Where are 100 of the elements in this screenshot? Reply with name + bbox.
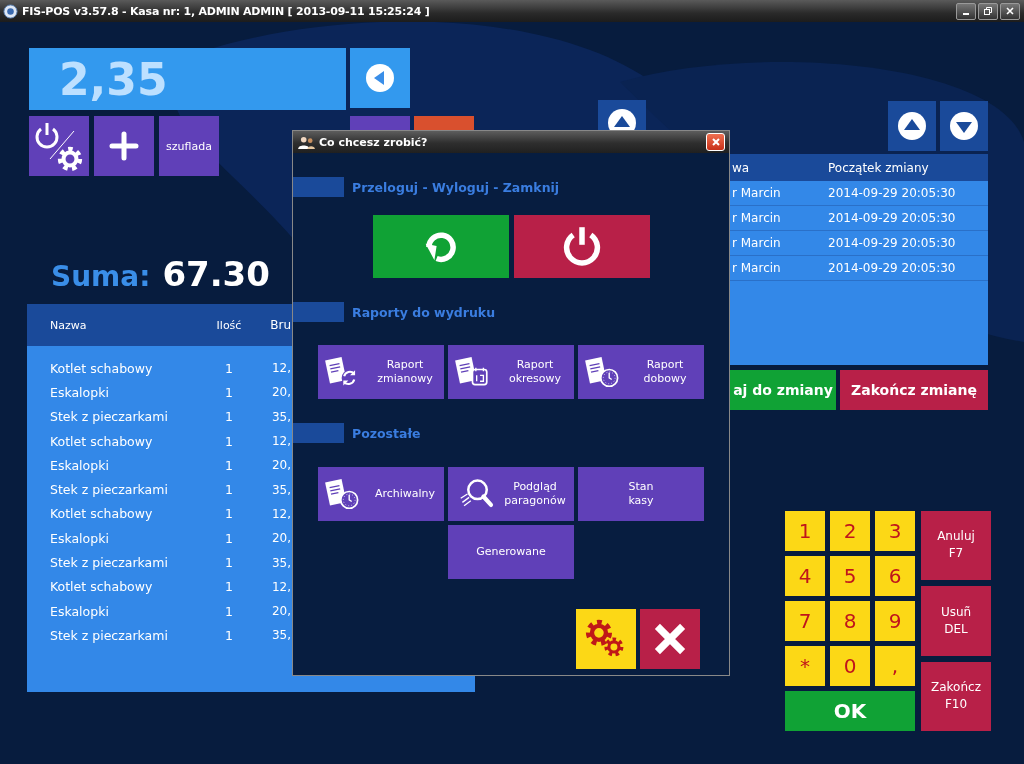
close-button[interactable] (640, 609, 700, 669)
drawer-button[interactable]: szuflada (159, 116, 219, 176)
table-cell-text: Eskalopki (49, 603, 110, 619)
table-cell-text: 1 (224, 506, 234, 522)
app-logo-icon (3, 3, 18, 19)
shift-button[interactable]: Zakończ zmianę (840, 370, 988, 410)
scroll-down-button[interactable] (940, 101, 988, 151)
table-cell-text: 12, (270, 506, 291, 521)
window-title: FIS-POS v3.57.8 - Kasa nr: 1, ADMIN ADMIN [ 2013-09-11 15:25:24 ] (22, 4, 430, 18)
table-cell-text: r Marcin (731, 211, 782, 225)
up-arrow-icon (607, 108, 637, 130)
keypad-key[interactable]: , (875, 645, 915, 686)
keypad-key[interactable]: * (785, 645, 825, 686)
minimize-button[interactable] (956, 2, 976, 20)
table-cell-text: 12, (270, 434, 291, 449)
keypad-key[interactable]: 4 (785, 555, 825, 596)
table-cell-text: 20, (270, 531, 291, 546)
section-bar (293, 177, 344, 197)
table-cell-text: 1 (224, 555, 234, 570)
report-button[interactable]: Raport dobowy (578, 345, 704, 399)
action-button[interactable]: Anuluj F7 (921, 510, 991, 580)
report-button[interactable]: Raport zmianowy (318, 345, 444, 399)
restore-button[interactable] (978, 2, 998, 20)
table-cell-text: 1 (224, 457, 234, 473)
table-cell-text: Kotlet schabowy (49, 506, 154, 522)
close-icon (1005, 6, 1015, 16)
table-cell-text: 20, (270, 458, 291, 473)
add-button[interactable] (94, 116, 154, 176)
action-button[interactable]: Usuñ DEL (921, 586, 991, 656)
table-cell-text: Stek z pieczarkami (49, 555, 169, 570)
section-bar (293, 423, 344, 443)
keypad-key[interactable]: 5 (830, 555, 870, 596)
tile[interactable] (350, 116, 410, 130)
table-cell-text: Eskalopki (49, 457, 110, 473)
total-value: 67.30 (162, 254, 270, 294)
table-cell-text: r Marcin (731, 236, 782, 250)
table-cell: 2014-09-29 20:05:30 (828, 236, 956, 250)
tile[interactable] (414, 116, 474, 130)
table-cell: 2014-09-29 20:05:30 (828, 261, 956, 275)
table-cell-text: 1 (224, 530, 234, 546)
close-icon (710, 137, 721, 147)
column-header: Ilość (215, 318, 243, 332)
relogin-button[interactable] (373, 215, 509, 278)
column-header: Nazwa (49, 318, 88, 332)
table-cell-text: 1 (224, 482, 234, 498)
report-button[interactable]: Archiwalny (318, 467, 444, 521)
keypad-key[interactable]: 2 (830, 510, 870, 551)
table-cell-text: r Marcin (731, 261, 782, 275)
plus-icon (109, 131, 139, 161)
keypad-key[interactable]: 8 (830, 600, 870, 641)
column-header: Bru (269, 318, 291, 332)
report-button[interactable]: Raport okresowy (448, 345, 574, 399)
report-button[interactable]: Stan kasy (578, 467, 704, 521)
dialog-title: Co chcesz zrobić? (319, 135, 428, 149)
table-cell-text: 1 (224, 409, 234, 425)
table-cell: 2014-09-29 20:05:30 (828, 186, 956, 200)
users-icon (298, 135, 315, 149)
table-cell-text: Stek z pieczarkami (49, 482, 169, 498)
section-title: Pozostałe (352, 425, 421, 441)
table-cell-text: Eskalopki (49, 530, 110, 546)
table-cell-text: 1 (224, 603, 234, 619)
minimize-icon (963, 13, 969, 15)
shift-button[interactable]: aj do zmiany (730, 370, 836, 410)
table-cell-text: Kotlet schabowy (49, 579, 154, 595)
close-icon (652, 621, 688, 657)
keypad-key[interactable]: 6 (875, 555, 915, 596)
scroll-up-button[interactable] (888, 101, 936, 151)
keypad-key[interactable]: 0 (830, 645, 870, 686)
table-cell-text: 20, (270, 604, 291, 619)
report-button[interactable]: Generowane (448, 525, 574, 579)
table-cell-text: 35, (270, 482, 291, 497)
back-button[interactable] (350, 48, 410, 108)
power-settings-button[interactable] (29, 116, 89, 176)
table-cell-text: 1 (224, 384, 234, 400)
amount-display: 2,35 (29, 48, 346, 110)
table-cell-text: 12, (270, 579, 291, 594)
action-button[interactable]: Zakończ F10 (921, 661, 991, 731)
keypad-key[interactable]: 1 (785, 510, 825, 551)
power-gear-icon (34, 121, 84, 171)
settings-button[interactable] (576, 609, 636, 669)
table-cell: 2014-09-29 20:05:30 (828, 211, 956, 225)
restore-icon (983, 6, 993, 16)
power-button[interactable] (514, 215, 650, 278)
table-cell-text: 35, (270, 628, 291, 643)
keypad-key[interactable]: 7 (785, 600, 825, 641)
ok-button[interactable]: OK (785, 690, 915, 731)
table-cell-text: 1 (224, 433, 234, 449)
table-cell-text: Stek z pieczarkami (49, 627, 169, 643)
scroll-up-button[interactable] (598, 100, 646, 130)
table-cell-text: r Marcin (731, 186, 782, 200)
close-button[interactable] (1000, 2, 1020, 20)
table-cell-text: 1 (224, 627, 234, 643)
table-cell-text: 1 (224, 579, 234, 595)
table-cell-text: 1 (224, 360, 234, 376)
keypad-key[interactable]: 3 (875, 510, 915, 551)
table-cell-text: Stek z pieczarkami (49, 409, 169, 425)
report-button[interactable]: Podgląd paragonów (448, 467, 574, 521)
table-cell-text: 35, (270, 555, 291, 570)
keypad-key[interactable]: 9 (875, 600, 915, 641)
section-title: Raporty do wydruku (352, 304, 496, 320)
